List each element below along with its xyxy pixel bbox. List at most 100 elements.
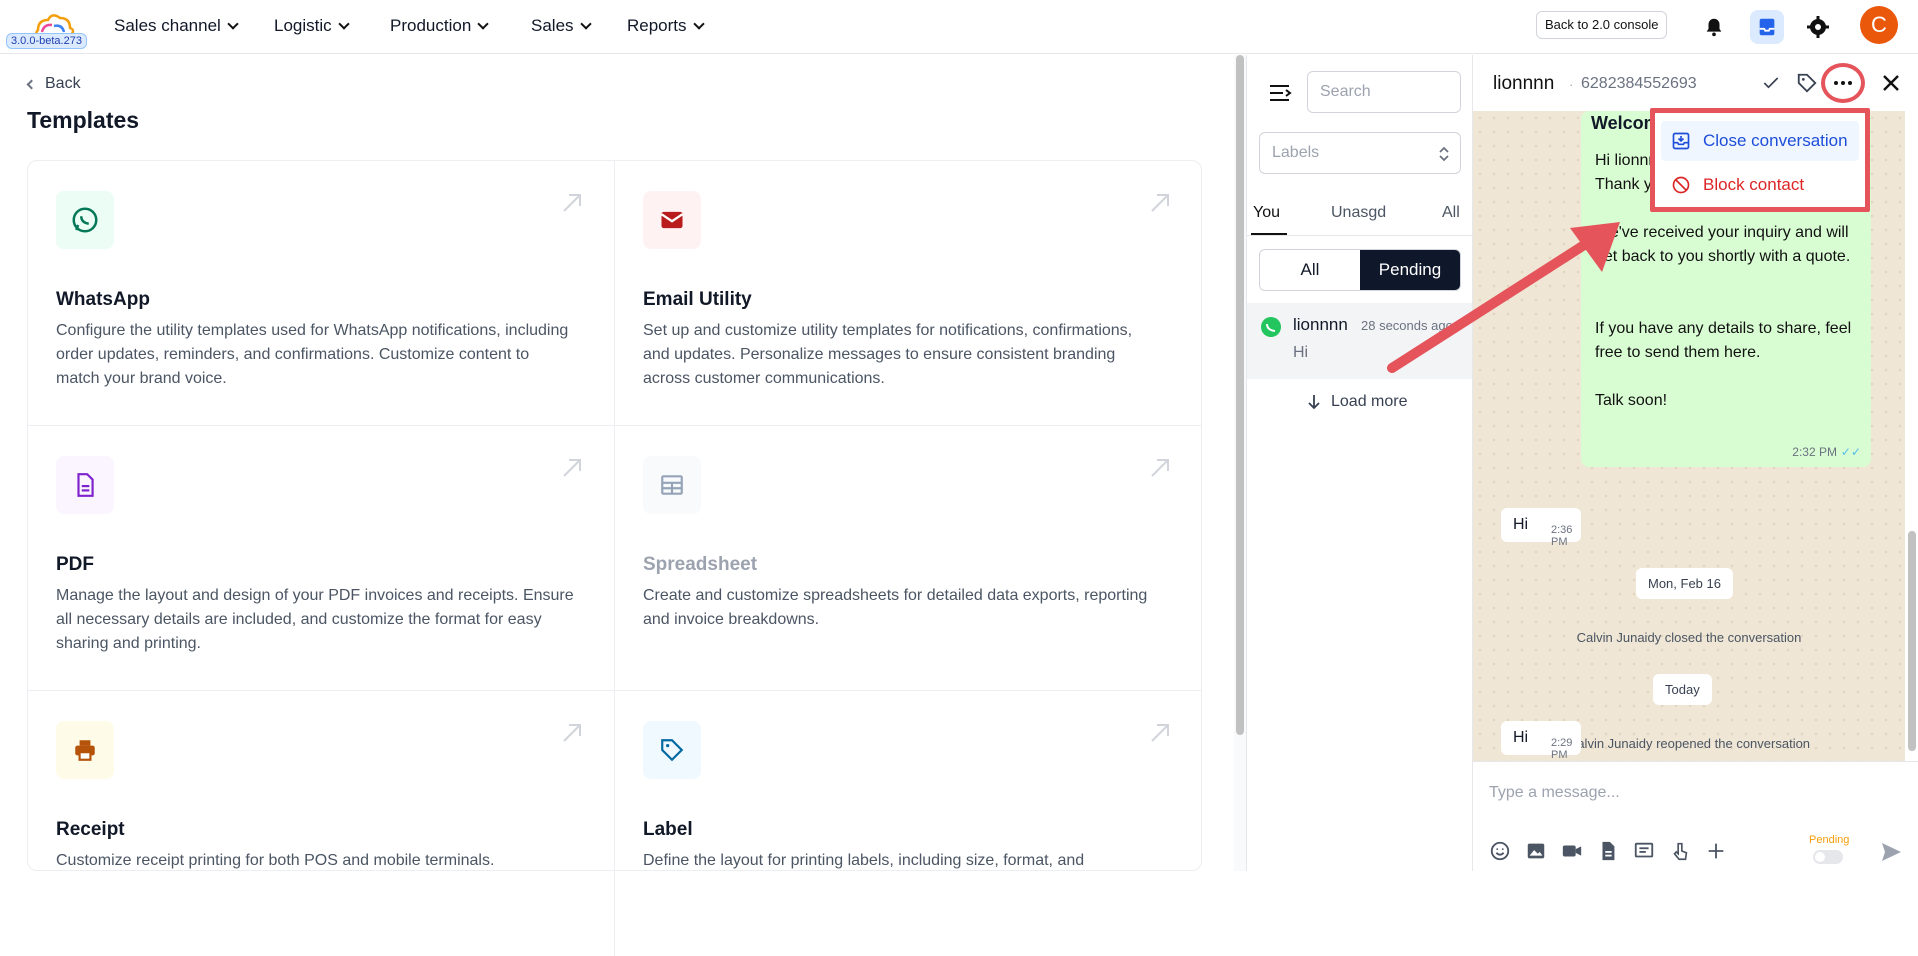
arrow-up-right-icon[interactable]	[1148, 191, 1172, 215]
search-input[interactable]: Search	[1307, 71, 1461, 113]
inbox-icon[interactable]	[1750, 10, 1784, 44]
mail-icon	[643, 191, 701, 249]
collapse-icon[interactable]	[1269, 83, 1293, 103]
tag-icon[interactable]	[1793, 69, 1821, 97]
nav-production[interactable]: Production	[390, 16, 489, 36]
chevron-left-icon	[26, 79, 37, 89]
back-link[interactable]: Back	[26, 75, 81, 93]
scrollbar-thumb[interactable]	[1236, 55, 1244, 735]
message-text: Hi	[1513, 516, 1529, 533]
card-title: Receipt	[56, 819, 125, 840]
message-text: Hi	[1513, 729, 1529, 746]
template-card-label[interactable]: Label Define the layout for printing lab…	[615, 691, 1202, 956]
arrow-up-right-icon[interactable]	[560, 456, 584, 480]
card-title: Label	[643, 819, 693, 840]
scrollbar-thumb[interactable]	[1908, 531, 1916, 751]
card-description: Customize receipt printing for both POS …	[56, 852, 495, 869]
incoming-message: Hi 2:36 PM	[1501, 508, 1581, 548]
nav-label: Sales channel	[114, 16, 221, 35]
templates-scrollbar[interactable]	[1234, 55, 1246, 871]
chevron-down-icon	[337, 18, 350, 30]
nav-label: Sales	[531, 16, 574, 35]
composer: Type a message... Pending	[1473, 761, 1918, 871]
block-contact-menu-item[interactable]: Block contact	[1661, 165, 1859, 205]
emoji-icon[interactable]	[1489, 840, 1511, 862]
arrow-up-right-icon[interactable]	[560, 191, 584, 215]
card-description: Configure the utility templates used for…	[56, 322, 569, 387]
card-description: Create and customize spreadsheets for de…	[643, 587, 1148, 628]
image-icon[interactable]	[1525, 840, 1547, 862]
separator-dot: ·	[1569, 77, 1574, 92]
video-icon[interactable]	[1561, 840, 1583, 862]
version-badge: 3.0.0-beta.273	[6, 33, 87, 49]
card-description: Define the layout for printing labels, i…	[643, 852, 1085, 869]
tag-icon	[643, 721, 701, 779]
card-title: PDF	[56, 554, 94, 575]
bell-icon[interactable]	[1697, 10, 1731, 44]
segment-all[interactable]: All	[1260, 250, 1360, 290]
chat-scrollbar[interactable]	[1905, 111, 1918, 761]
template-card-spreadsheet[interactable]: Spreadsheet Create and customize spreads…	[615, 426, 1202, 691]
whatsapp-icon	[56, 191, 114, 249]
send-icon[interactable]	[1879, 840, 1903, 864]
chevron-down-icon	[579, 18, 592, 30]
document-icon[interactable]	[1597, 840, 1619, 862]
arrow-down-icon	[1308, 395, 1320, 410]
select-chevron-icon	[1439, 146, 1449, 162]
card-title: WhatsApp	[56, 289, 150, 310]
chevron-down-icon	[692, 18, 705, 30]
whatsapp-icon	[1261, 317, 1281, 337]
arrow-up-right-icon[interactable]	[1148, 456, 1172, 480]
back-to-console-button[interactable]: Back to 2.0 console	[1536, 11, 1668, 39]
template-card-whatsapp[interactable]: WhatsApp Configure the utility templates…	[28, 161, 615, 426]
gear-icon[interactable]	[1801, 10, 1835, 44]
card-description: Manage the layout and design of your PDF…	[56, 587, 574, 652]
highlight-ring	[1821, 63, 1865, 103]
message-time: 2:36 PM	[1551, 524, 1573, 548]
contact-phone: 6282384552693	[1581, 75, 1697, 92]
inbox-panel: Search Labels You Unasgd All All Pending…	[1246, 55, 1473, 871]
nav-sales-channel[interactable]: Sales channel	[114, 16, 239, 36]
pending-toggle[interactable]	[1813, 850, 1843, 864]
contact-name: lionnnn	[1493, 73, 1555, 94]
date-separator: Mon, Feb 16	[1636, 568, 1733, 599]
template-card-receipt[interactable]: Receipt Customize receipt printing for b…	[28, 691, 615, 956]
nav-label: Logistic	[274, 16, 332, 35]
close-conversation-menu-item[interactable]: Close conversation	[1661, 121, 1859, 161]
check-icon[interactable]	[1757, 69, 1785, 97]
message-time: 2:29 PM	[1551, 737, 1573, 761]
template-message-icon[interactable]	[1633, 840, 1655, 862]
templates-panel: Back Templates WhatsApp Configure the ut…	[0, 55, 1234, 956]
top-bar: 3.0.0-beta.273 Sales channel Logistic Pr…	[0, 0, 1918, 54]
active-tab-indicator	[1251, 233, 1287, 235]
labels-select[interactable]: Labels	[1259, 132, 1461, 174]
load-more-label: Load more	[1331, 393, 1408, 410]
plus-icon[interactable]	[1705, 840, 1727, 862]
tab-you[interactable]: You	[1253, 204, 1280, 222]
nav-logistic[interactable]: Logistic	[274, 16, 350, 36]
load-more-button[interactable]: Load more	[1307, 393, 1408, 411]
pending-label: Pending	[1809, 834, 1850, 846]
interactive-icon[interactable]	[1669, 840, 1691, 862]
template-card-pdf[interactable]: PDF Manage the layout and design of your…	[28, 426, 615, 691]
arrow-up-right-icon[interactable]	[560, 721, 584, 745]
nav-sales[interactable]: Sales	[531, 16, 592, 36]
card-title: Spreadsheet	[643, 554, 758, 575]
printer-icon	[56, 721, 114, 779]
annotation-arrow	[1387, 222, 1620, 373]
avatar[interactable]: C	[1860, 6, 1898, 44]
templates-grid: WhatsApp Configure the utility templates…	[27, 160, 1202, 956]
chat-header: lionnnn · 6282384552693	[1473, 55, 1918, 111]
message-line: Talk soon!	[1595, 392, 1668, 409]
incoming-message: Hi 2:29 PM	[1501, 721, 1581, 761]
date-separator: Today	[1653, 674, 1712, 705]
template-card-email-utility[interactable]: Email Utility Set up and customize utili…	[615, 161, 1202, 426]
card-description: Set up and customize utility templates f…	[643, 322, 1133, 387]
arrow-up-right-icon[interactable]	[1148, 721, 1172, 745]
block-icon	[1672, 176, 1690, 194]
nav-reports[interactable]: Reports	[627, 16, 705, 36]
tab-unassigned[interactable]: Unasgd	[1331, 204, 1386, 222]
message-input[interactable]: Type a message...	[1489, 784, 1620, 802]
menu-item-label: Block contact	[1703, 175, 1805, 194]
close-icon[interactable]	[1877, 69, 1905, 97]
